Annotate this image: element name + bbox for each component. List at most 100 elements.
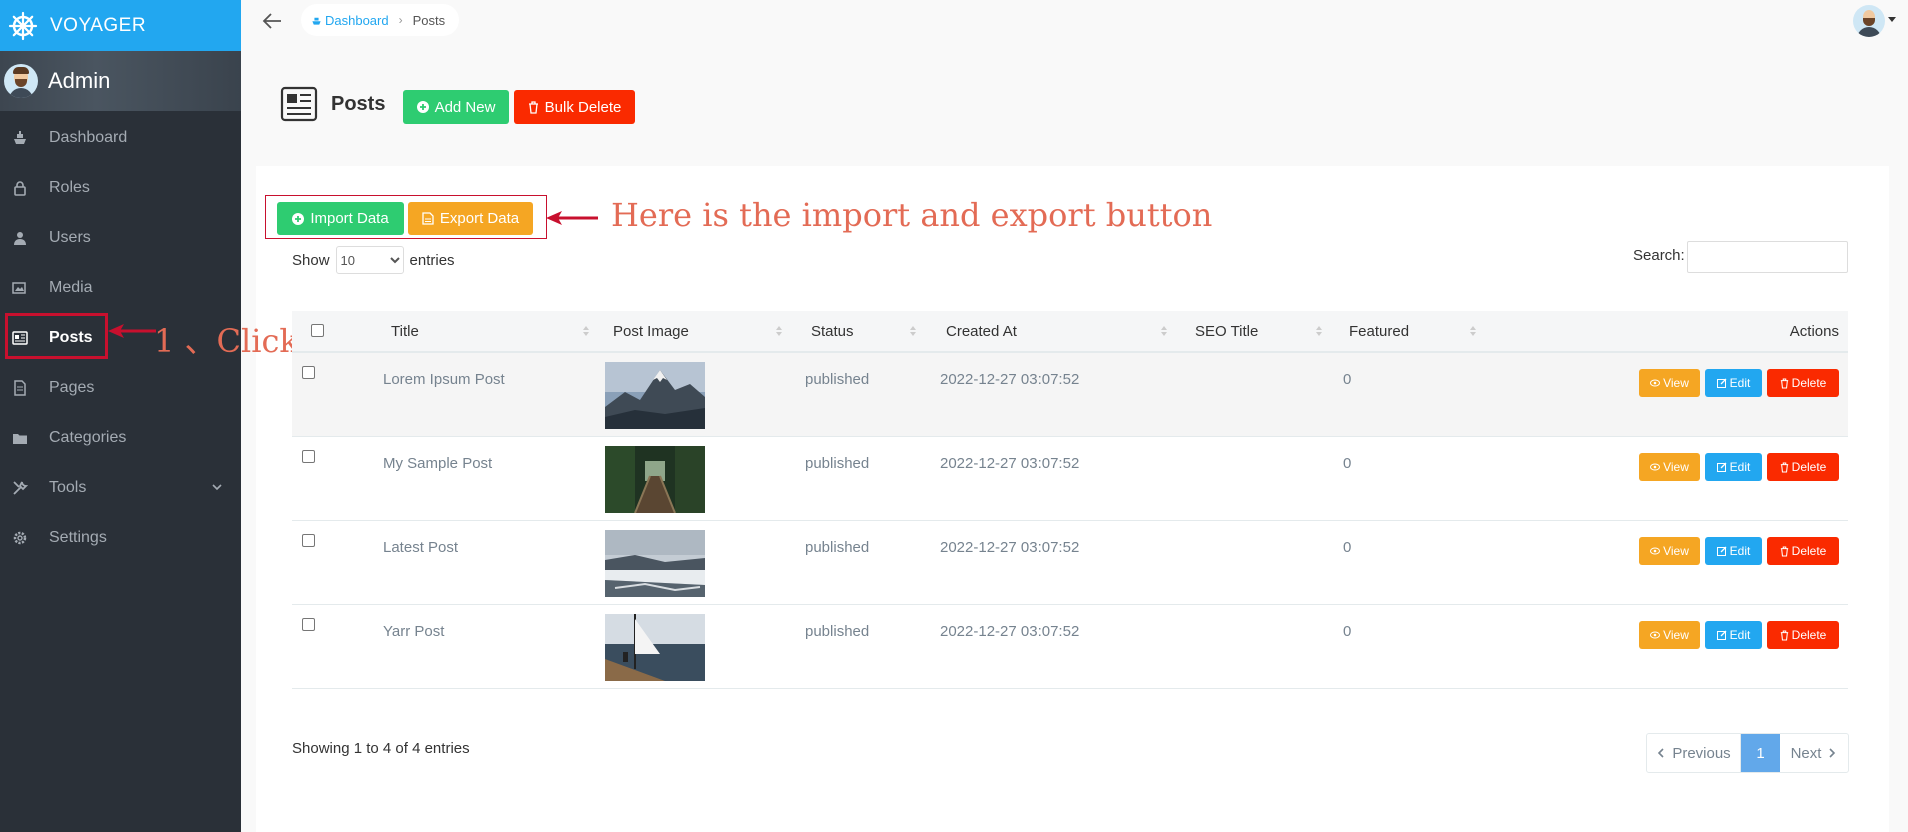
sort-icon[interactable] xyxy=(1315,325,1323,337)
previous-page-button[interactable]: Previous xyxy=(1647,734,1741,772)
sort-icon[interactable] xyxy=(775,325,783,337)
row-title: My Sample Post xyxy=(383,455,493,472)
column-header-created-at[interactable]: Created At xyxy=(946,323,1017,340)
sidebar-item-label: Users xyxy=(49,229,91,246)
edit-icon xyxy=(1716,630,1727,640)
edit-button[interactable]: Edit xyxy=(1705,369,1762,397)
eye-icon xyxy=(1650,547,1661,555)
chevron-right-icon xyxy=(1829,748,1836,758)
row-created-at: 2022-12-27 03:07:52 xyxy=(940,539,1080,556)
table-row: My Sample Post published 2022-12-27 03:0… xyxy=(292,437,1848,521)
table-info: Showing 1 to 4 of 4 entries xyxy=(292,740,470,757)
edit-button[interactable]: Edit xyxy=(1705,537,1762,565)
column-header-post-image[interactable]: Post Image xyxy=(613,323,689,340)
post-image-forest-bridge xyxy=(605,446,705,513)
sort-icon[interactable] xyxy=(582,325,590,337)
row-created-at: 2022-12-27 03:07:52 xyxy=(940,623,1080,640)
delete-button[interactable]: Delete xyxy=(1767,537,1839,565)
view-button[interactable]: View xyxy=(1639,537,1700,565)
column-header-actions: Actions xyxy=(1789,323,1839,340)
breadcrumb-separator: › xyxy=(398,13,403,27)
delete-label: Delete xyxy=(1791,376,1827,390)
sidebar-item-settings[interactable]: Settings xyxy=(0,513,241,563)
post-image-sailboat xyxy=(605,614,705,681)
page-number-button[interactable]: 1 xyxy=(1741,734,1780,772)
row-checkbox[interactable] xyxy=(302,618,315,631)
images-icon xyxy=(12,280,28,296)
eye-icon xyxy=(1650,379,1661,387)
table-row: Lorem Ipsum Post published 2022-12-27 03… xyxy=(292,353,1848,437)
sidebar-item-label: Pages xyxy=(49,379,95,396)
file-text-icon xyxy=(12,380,28,396)
column-header-title[interactable]: Title xyxy=(391,323,419,340)
sidebar-profile[interactable]: Admin xyxy=(0,51,241,111)
edit-button[interactable]: Edit xyxy=(1705,621,1762,649)
sidebar-item-dashboard[interactable]: Dashboard xyxy=(0,113,241,163)
row-featured: 0 xyxy=(1343,539,1352,556)
add-new-label: Add New xyxy=(434,98,496,116)
add-new-button[interactable]: Add New xyxy=(403,90,509,124)
export-data-label: Export Data xyxy=(439,210,520,227)
ship-wheel-icon xyxy=(8,11,38,40)
sidebar-item-categories[interactable]: Categories xyxy=(0,413,241,463)
export-data-button[interactable]: Export Data xyxy=(408,202,533,235)
boat-icon xyxy=(12,130,28,146)
back-arrow-icon[interactable] xyxy=(260,9,284,33)
view-button[interactable]: View xyxy=(1639,621,1700,649)
delete-button[interactable]: Delete xyxy=(1767,621,1839,649)
chevron-left-icon xyxy=(1658,748,1664,758)
news-icon xyxy=(280,86,318,122)
delete-label: Delete xyxy=(1791,628,1827,642)
row-title: Latest Post xyxy=(383,539,459,556)
delete-button[interactable]: Delete xyxy=(1767,369,1839,397)
view-button[interactable]: View xyxy=(1639,453,1700,481)
row-checkbox[interactable] xyxy=(302,534,315,547)
annotation-import-export: Here is the import and export button xyxy=(611,196,1213,234)
sidebar-item-users[interactable]: Users xyxy=(0,213,241,263)
entries-select[interactable]: 10 xyxy=(335,246,404,274)
sort-icon[interactable] xyxy=(1469,325,1477,337)
sidebar-item-pages[interactable]: Pages xyxy=(0,363,241,413)
edit-label: Edit xyxy=(1729,460,1751,474)
select-all-checkbox[interactable] xyxy=(311,324,324,337)
column-header-status[interactable]: Status xyxy=(811,323,854,340)
view-button[interactable]: View xyxy=(1639,369,1700,397)
folder-icon xyxy=(12,430,28,446)
breadcrumb-home[interactable]: Dashboard xyxy=(311,13,389,28)
bulk-delete-button[interactable]: Bulk Delete xyxy=(514,90,635,124)
entries-label: entries xyxy=(409,251,455,269)
column-header-featured[interactable]: Featured xyxy=(1349,323,1409,340)
breadcrumb: Dashboard › Posts xyxy=(301,4,460,36)
page-title: Posts xyxy=(331,93,386,115)
row-status: published xyxy=(805,623,870,640)
row-checkbox[interactable] xyxy=(302,450,315,463)
sort-icon[interactable] xyxy=(909,325,917,337)
import-data-label: Import Data xyxy=(310,210,389,227)
next-page-button[interactable]: Next xyxy=(1780,734,1848,772)
delete-label: Delete xyxy=(1791,460,1827,474)
user-avatar[interactable] xyxy=(1853,5,1885,37)
sidebar-item-media[interactable]: Media xyxy=(0,263,241,313)
delete-label: Delete xyxy=(1791,544,1827,558)
search-input[interactable] xyxy=(1687,241,1848,273)
table-row: Yarr Post published 2022-12-27 03:07:52 … xyxy=(292,605,1848,689)
posts-highlight-box xyxy=(5,313,108,359)
caret-down-icon[interactable] xyxy=(1888,17,1896,22)
delete-button[interactable]: Delete xyxy=(1767,453,1839,481)
breadcrumb-current: Posts xyxy=(412,12,446,28)
sidebar-item-roles[interactable]: Roles xyxy=(0,163,241,213)
annotation-click: 1 、Click xyxy=(154,322,299,360)
sort-icon[interactable] xyxy=(1160,325,1168,337)
sidebar-item-tools[interactable]: Tools xyxy=(0,463,241,513)
row-created-at: 2022-12-27 03:07:52 xyxy=(940,371,1080,388)
row-checkbox[interactable] xyxy=(302,366,315,379)
brand-bar[interactable]: VOYAGER xyxy=(0,0,241,51)
column-header-seo-title[interactable]: SEO Title xyxy=(1195,323,1258,340)
boat-icon xyxy=(312,17,321,25)
row-title: Lorem Ipsum Post xyxy=(383,371,505,388)
edit-label: Edit xyxy=(1729,376,1751,390)
import-data-button[interactable]: Import Data xyxy=(277,202,404,235)
eye-icon xyxy=(1650,463,1661,471)
trash-icon xyxy=(1780,545,1789,557)
edit-button[interactable]: Edit xyxy=(1705,453,1762,481)
